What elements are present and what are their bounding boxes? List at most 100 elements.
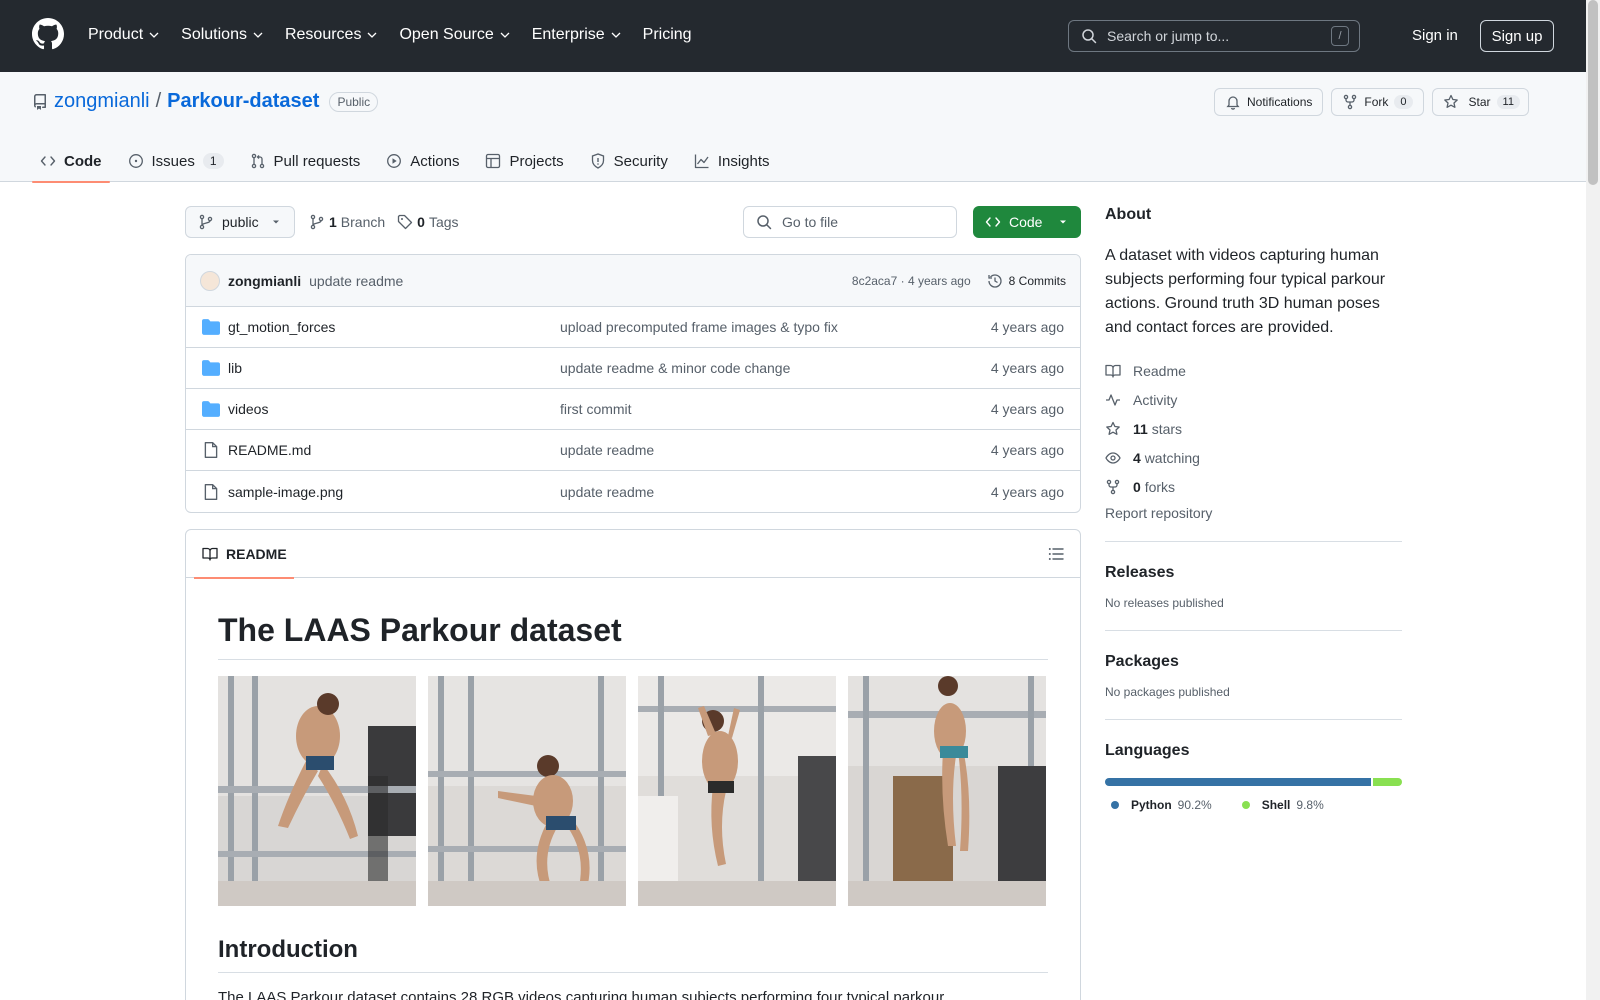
tab-actions-label: Actions [410, 152, 460, 170]
sign-up-button[interactable]: Sign up [1480, 20, 1554, 52]
table-row[interactable]: lib update readme & minor code change 4 ye… [186, 348, 1080, 389]
file-commit-message[interactable]: first commit [560, 401, 991, 417]
tab-projects-label: Projects [509, 152, 564, 170]
code-button-label: Code [1009, 214, 1043, 230]
file-commit-message[interactable]: update readme [560, 484, 991, 500]
file-commit-message[interactable]: update readme & minor code change [560, 360, 991, 376]
languages-heading: Languages [1105, 742, 1190, 759]
language-percent: 9.8% [1296, 798, 1324, 812]
parkour-frame-image [428, 676, 626, 906]
activity-link[interactable]: Activity [1105, 385, 1402, 414]
tab-issues-label: Issues [151, 152, 195, 170]
table-row[interactable]: README.md update readme 4 years ago [186, 430, 1080, 471]
tab-insights[interactable]: Insights [686, 140, 778, 182]
github-logo-icon[interactable] [32, 18, 64, 50]
search-input[interactable]: Search or jump to... / [1068, 20, 1360, 52]
commits-link[interactable]: 8 Commits [987, 273, 1066, 289]
watching-link[interactable]: 4 watching [1105, 443, 1402, 472]
fork-count: 0 [1394, 95, 1413, 109]
folder-icon [202, 318, 220, 336]
tab-pull-requests-label: Pull requests [273, 152, 361, 170]
introduction-heading: Introduction [218, 936, 1048, 973]
language-bar-segment [1373, 778, 1402, 786]
search-icon [757, 215, 772, 230]
about-heading: About [1105, 206, 1152, 223]
file-name-link[interactable]: sample-image.png [228, 484, 560, 500]
pull-request-icon [251, 153, 264, 169]
language-name: Python [1131, 798, 1172, 812]
packages-heading[interactable]: Packages [1105, 653, 1402, 671]
page-scrollbar[interactable] [1586, 0, 1600, 1000]
star-count: 11 [1496, 95, 1520, 109]
fork-button[interactable]: Fork 0 [1331, 88, 1424, 116]
file-browser: zongmianli update readme 8c2aca7 · 4 yea… [185, 254, 1081, 513]
book-icon [202, 547, 218, 561]
file-name-link[interactable]: lib [228, 360, 560, 376]
repo-title: zongmianli / Parkour-dataset Public [32, 90, 379, 113]
table-row[interactable]: gt_motion_forces upload precomputed frame… [186, 307, 1080, 348]
commit-author[interactable]: zongmianli [228, 273, 301, 289]
chevron-down-icon [253, 32, 263, 38]
file-name-link[interactable]: gt_motion_forces [228, 319, 560, 335]
language-item[interactable]: Python 90.2% [1105, 798, 1212, 812]
branch-select-button[interactable]: public [185, 206, 295, 238]
list-icon[interactable] [1048, 546, 1064, 562]
tab-actions[interactable]: Actions [378, 140, 467, 182]
packages-section: Packages No packages published [1105, 630, 1402, 699]
table-row[interactable]: sample-image.png update readme 4 years ago [186, 471, 1080, 512]
branch-icon [199, 214, 213, 230]
top-nav: Product Solutions Resources Open Source Ente… [88, 24, 714, 46]
notifications-button[interactable]: Notifications [1214, 88, 1324, 116]
avatar[interactable] [200, 270, 220, 291]
commit-message[interactable]: update readme [309, 273, 403, 289]
readme-link[interactable]: Readme [1105, 356, 1402, 385]
top-nav-label: Pricing [642, 26, 692, 43]
book-icon [1105, 364, 1121, 378]
repo-name-link[interactable]: Parkour-dataset [167, 90, 319, 113]
tags-link[interactable]: 0 Tags [397, 214, 459, 230]
releases-heading[interactable]: Releases [1105, 564, 1402, 582]
report-repository-link[interactable]: Report repository [1105, 505, 1402, 521]
tab-code[interactable]: Code [32, 140, 110, 183]
tab-pull-requests[interactable]: Pull requests [242, 140, 369, 182]
forks-link[interactable]: 0 forks [1105, 472, 1402, 501]
tag-count: 0 [417, 214, 425, 230]
table-row[interactable]: videos first commit 4 years ago [186, 389, 1080, 430]
commit-hash-time[interactable]: 8c2aca7 · 4 years ago [852, 274, 971, 288]
triangle-down-icon [273, 220, 279, 224]
top-nav-item[interactable]: Pricing [643, 24, 692, 46]
top-nav-item[interactable]: Solutions [181, 24, 263, 46]
top-nav-item[interactable]: Enterprise [532, 24, 621, 46]
stars-link[interactable]: 11 stars [1105, 414, 1402, 443]
repo-actions: Notifications Fork 0 Star 11 [1214, 88, 1529, 116]
file-commit-time: 4 years ago [990, 360, 1064, 376]
forks-count: 0 [1133, 478, 1141, 495]
file-commit-time: 4 years ago [990, 483, 1064, 500]
repo-owner-link[interactable]: zongmianli [54, 90, 150, 113]
file-icon [202, 441, 220, 459]
tab-projects[interactable]: Projects [477, 140, 571, 182]
tab-issues[interactable]: Issues 1 [120, 140, 232, 182]
search-shortcut-key: / [1331, 26, 1349, 46]
file-commit-message[interactable]: update readme [560, 442, 991, 458]
file-commit-message[interactable]: upload precomputed frame images & typo f… [560, 319, 991, 335]
top-nav-item[interactable]: Open Source [399, 24, 510, 46]
scrollbar-thumb[interactable] [1588, 0, 1598, 185]
top-nav-item[interactable]: Resources [285, 24, 377, 46]
language-item[interactable]: Shell 9.8% [1236, 798, 1324, 812]
tab-security[interactable]: Security [582, 140, 676, 182]
top-nav-item[interactable]: Product [88, 24, 159, 46]
go-to-file-input[interactable]: Go to file [743, 206, 957, 238]
eye-icon [1105, 451, 1121, 464]
languages-section: Languages Python 90.2% Shell 9.8% [1105, 719, 1402, 812]
code-dropdown-button[interactable]: Code [973, 206, 1081, 238]
releases-empty-text: No releases published [1105, 596, 1224, 610]
branches-link[interactable]: 1 Branch [309, 214, 385, 230]
branch-name: public [222, 214, 259, 230]
file-name-link[interactable]: videos [228, 401, 560, 417]
file-name-link[interactable]: README.md [228, 442, 560, 458]
star-button[interactable]: Star 11 [1431, 88, 1529, 116]
sign-in-link[interactable]: Sign in [1412, 27, 1458, 44]
fork-label: Fork [1364, 95, 1389, 109]
readme-tab[interactable]: README [194, 530, 294, 579]
